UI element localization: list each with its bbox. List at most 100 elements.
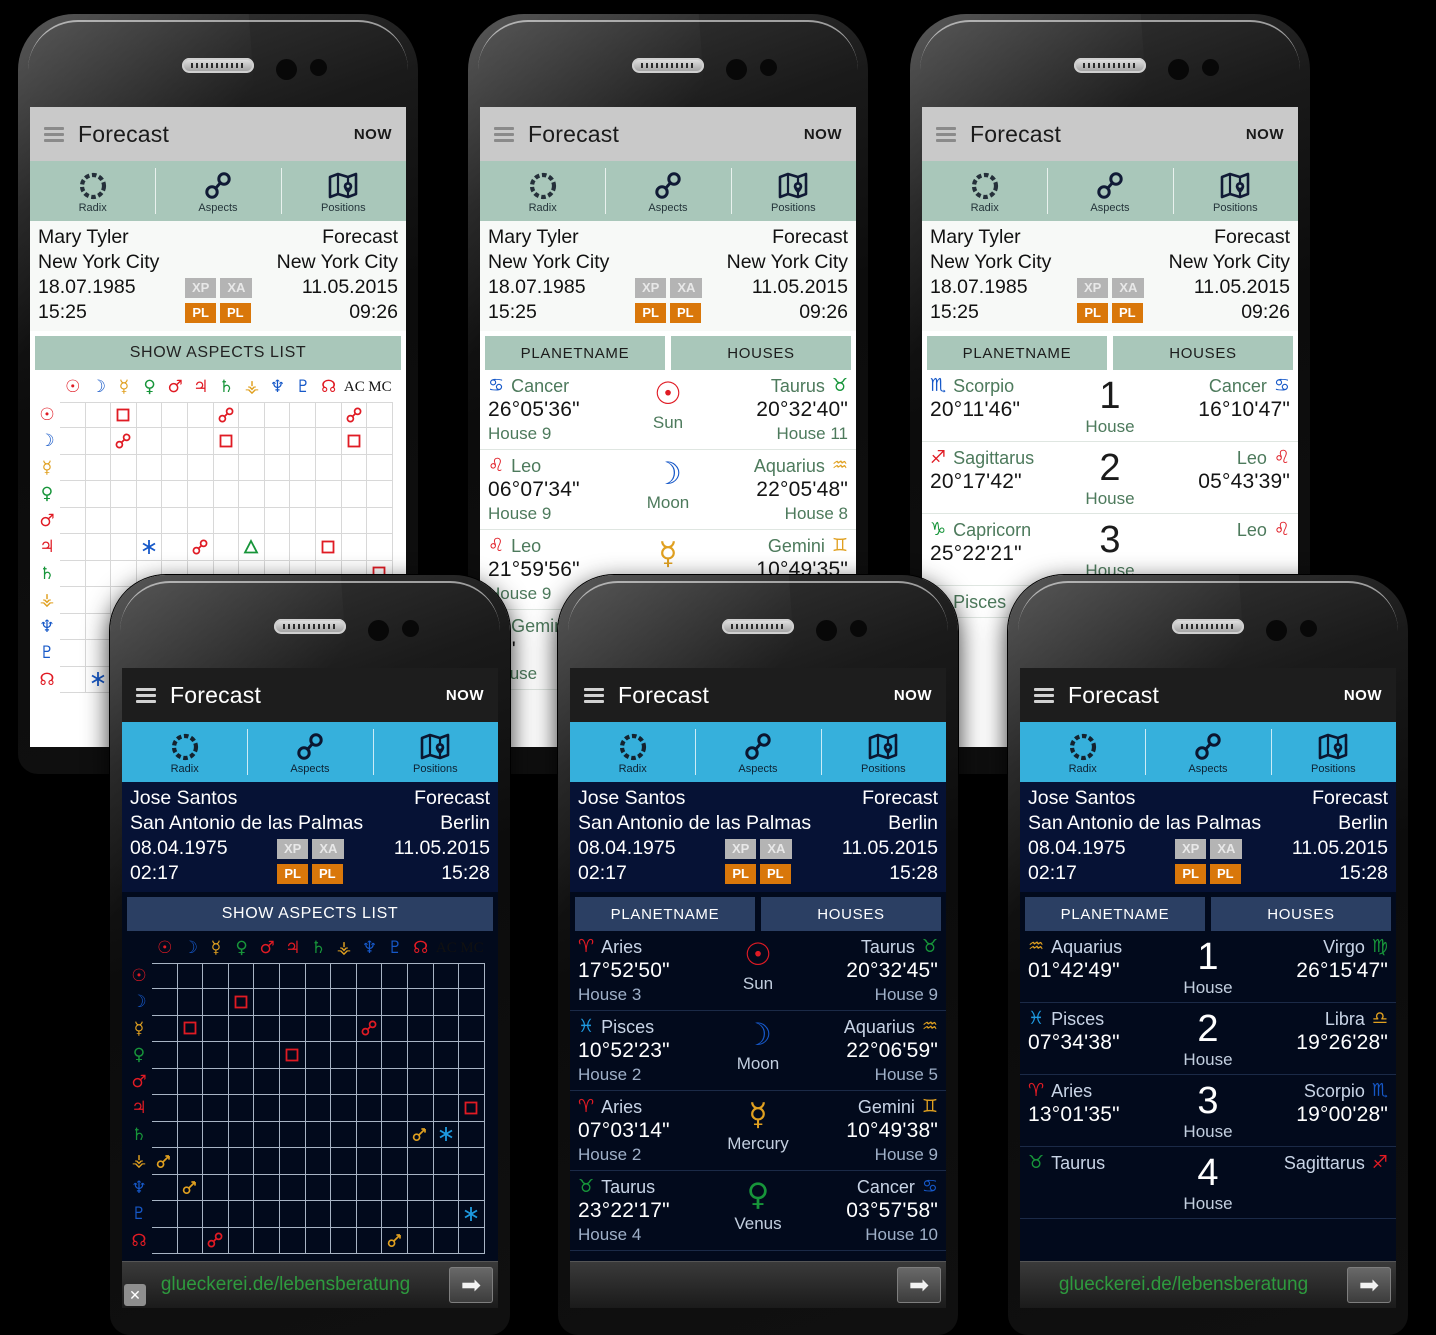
- aspect-grid-cell[interactable]: [85, 534, 112, 561]
- aspect-grid-cell[interactable]: [382, 1174, 408, 1201]
- tab-radix[interactable]: Radix: [480, 161, 605, 221]
- aspect-grid-cell[interactable]: [187, 534, 214, 561]
- table-row[interactable]: ♈ Aries 13°01'35" 3 House Scorpio ♏ 19°00'28": [1020, 1075, 1396, 1147]
- aspect-grid-cell[interactable]: [315, 454, 342, 481]
- tab-radix[interactable]: Radix: [122, 722, 247, 782]
- aspect-grid-cell[interactable]: [111, 507, 137, 534]
- aspect-grid-cell[interactable]: [85, 481, 112, 508]
- aspect-grid-cell[interactable]: [254, 1015, 280, 1042]
- tab-aspects[interactable]: Aspects: [695, 722, 820, 782]
- aspect-grid-cell[interactable]: [264, 534, 291, 561]
- aspect-grid-cell[interactable]: [203, 1068, 229, 1095]
- ad-banner[interactable]: glueckerei.de/lebensberatung ➡ ✕: [122, 1261, 498, 1308]
- tab-radix[interactable]: Radix: [1020, 722, 1145, 782]
- aspect-grid-cell[interactable]: [152, 1095, 178, 1122]
- badge-pl-right[interactable]: PL: [220, 302, 251, 323]
- aspect-grid-cell[interactable]: [331, 1068, 357, 1095]
- aspect-grid-cell[interactable]: [239, 534, 265, 561]
- tab-positions[interactable]: Positions: [730, 161, 856, 221]
- col-header-houses[interactable]: HOUSES: [1113, 336, 1293, 370]
- aspect-grid-cell[interactable]: [85, 507, 112, 534]
- aspect-grid-cell[interactable]: [152, 1148, 178, 1175]
- tab-positions[interactable]: Positions: [1270, 722, 1396, 782]
- show-aspects-list-button[interactable]: SHOW ASPECTS LIST: [127, 897, 493, 931]
- aspect-grid-cell[interactable]: [203, 1015, 229, 1042]
- table-row[interactable]: ♉ Taurus 23°22'17" House 4 ♀ Venus Cancer ♋ 03°5…: [570, 1171, 946, 1251]
- aspect-grid-cell[interactable]: [228, 989, 255, 1016]
- aspect-grid-cell[interactable]: [433, 1121, 460, 1148]
- col-header-planetname[interactable]: PLANETNAME: [927, 336, 1107, 370]
- aspect-grid-cell[interactable]: [187, 454, 214, 481]
- aspect-grid-cell[interactable]: [433, 1174, 460, 1201]
- aspect-grid-cell[interactable]: [177, 1095, 204, 1122]
- aspect-grid-cell[interactable]: [213, 401, 240, 428]
- aspect-grid-cell[interactable]: [305, 1201, 332, 1228]
- aspect-grid-cell[interactable]: [290, 481, 316, 508]
- aspect-grid-cell[interactable]: [382, 989, 408, 1016]
- col-header-houses[interactable]: HOUSES: [1211, 897, 1391, 931]
- aspect-grid-cell[interactable]: [331, 962, 357, 989]
- table-row[interactable]: ♓ Pisces 10°52'23" House 2 ☽ Moon Aquarius ♒ 22°…: [570, 1011, 946, 1091]
- aspect-grid-cell[interactable]: [111, 534, 137, 561]
- aspect-grid-cell[interactable]: [279, 1121, 306, 1148]
- aspect-grid-cell[interactable]: [228, 1227, 255, 1254]
- hamburger-icon[interactable]: [44, 126, 64, 142]
- aspect-grid-cell[interactable]: [177, 1148, 204, 1175]
- aspect-grid-cell[interactable]: [407, 962, 434, 989]
- badge-pl-right[interactable]: PL: [670, 302, 701, 323]
- aspect-grid-cell[interactable]: [60, 534, 86, 561]
- table-row[interactable]: ♋ Cancer 26°05'36" House 9 ☉ Sun Taurus ♉ 20°32'…: [480, 370, 856, 450]
- badge-xa[interactable]: XA: [1210, 838, 1243, 859]
- aspect-grid-cell[interactable]: [254, 1174, 280, 1201]
- aspect-grid-cell[interactable]: [356, 1121, 383, 1148]
- aspect-grid-cell[interactable]: [60, 613, 86, 640]
- aspect-grid-cell[interactable]: [305, 1068, 332, 1095]
- aspect-grid-cell[interactable]: [136, 507, 163, 534]
- aspect-grid-cell[interactable]: [305, 1227, 332, 1254]
- aspect-grid-cell[interactable]: [177, 1068, 204, 1095]
- aspect-grid-cell[interactable]: [315, 481, 342, 508]
- aspect-grid-cell[interactable]: [459, 1148, 485, 1175]
- aspect-grid-cell[interactable]: [459, 1068, 485, 1095]
- aspect-grid-cell[interactable]: [305, 1148, 332, 1175]
- aspect-grid-cell[interactable]: [459, 1042, 485, 1069]
- aspect-grid-cell[interactable]: [254, 1095, 280, 1122]
- tab-positions[interactable]: Positions: [820, 722, 946, 782]
- aspect-grid-cell[interactable]: [152, 1174, 178, 1201]
- aspect-grid-cell[interactable]: [60, 401, 86, 428]
- badge-pl-right[interactable]: PL: [312, 863, 343, 884]
- aspect-grid-cell[interactable]: [315, 534, 342, 561]
- aspect-grid-cell[interactable]: [187, 507, 214, 534]
- tab-aspects[interactable]: Aspects: [247, 722, 372, 782]
- table-row[interactable]: ♓ Pisces 07°34'38" 2 House Libra ♎ 19°26'28": [1020, 1003, 1396, 1075]
- aspect-grid-cell[interactable]: [152, 1121, 178, 1148]
- col-header-planetname[interactable]: PLANETNAME: [575, 897, 755, 931]
- aspect-grid-cell[interactable]: [162, 454, 188, 481]
- aspect-grid-cell[interactable]: [136, 534, 163, 561]
- aspect-grid-cell[interactable]: [213, 534, 240, 561]
- aspect-grid-cell[interactable]: [341, 454, 368, 481]
- aspect-grid-cell[interactable]: [356, 1015, 383, 1042]
- aspect-grid-cell[interactable]: [407, 1201, 434, 1228]
- aspect-grid-cell[interactable]: [279, 962, 306, 989]
- aspect-grid-cell[interactable]: [213, 454, 240, 481]
- ad-banner[interactable]: ➡: [570, 1261, 946, 1308]
- badge-xp[interactable]: XP: [185, 277, 217, 298]
- aspect-grid-cell[interactable]: [459, 1015, 485, 1042]
- aspect-grid-cell[interactable]: [228, 1174, 255, 1201]
- aspect-grid-cell[interactable]: [203, 962, 229, 989]
- aspect-grid-cell[interactable]: [187, 428, 214, 455]
- tab-positions[interactable]: Positions: [1172, 161, 1298, 221]
- aspect-grid-cell[interactable]: [331, 1015, 357, 1042]
- aspect-grid-cell[interactable]: [356, 1095, 383, 1122]
- aspect-grid-cell[interactable]: [305, 1042, 332, 1069]
- tab-aspects[interactable]: Aspects: [1047, 161, 1172, 221]
- aspect-grid-cell[interactable]: [60, 587, 86, 614]
- aspect-grid-cell[interactable]: [356, 1227, 383, 1254]
- aspect-grid-cell[interactable]: [367, 428, 393, 455]
- now-button[interactable]: NOW: [446, 687, 484, 704]
- aspect-grid-cell[interactable]: [152, 1227, 178, 1254]
- aspect-grid-cell[interactable]: [382, 1148, 408, 1175]
- aspect-grid-cell[interactable]: [356, 1148, 383, 1175]
- aspect-grid-cell[interactable]: [367, 401, 393, 428]
